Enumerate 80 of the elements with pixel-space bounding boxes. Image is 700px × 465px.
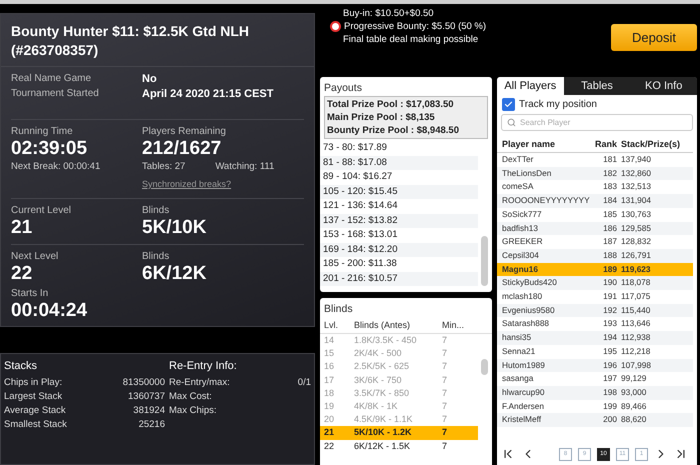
column-header: Stack/Prize(s) — [621, 139, 682, 149]
stat-label: Blinds — [142, 205, 170, 216]
prize-pool: Total Prize Pool : $17,083.50 — [327, 98, 455, 111]
starts-in: 00:04:24 — [11, 301, 88, 321]
blind-level-row: 21 5K/10K - 1.2K 7 — [320, 426, 478, 440]
stat-label: Players Remaining — [142, 126, 227, 137]
player-row[interactable]: hansi35 194 112,938 — [497, 331, 693, 345]
column-header: Rank — [594, 139, 618, 149]
next-level: 22 — [11, 264, 34, 284]
reentry-label: Max Cost: — [169, 390, 212, 404]
payout-row: 137 - 152: $13.82 — [320, 214, 478, 228]
synchronized-breaks-link[interactable]: Synchronized breaks? — [142, 179, 232, 189]
players-remaining: 212/1627 — [142, 139, 222, 159]
reentry-title: Re-Entry Info: — [169, 360, 238, 372]
payouts-title: Payouts — [323, 81, 363, 96]
search-field[interactable]: Search Player — [501, 114, 693, 131]
tables-count: Tables: 27 — [142, 161, 186, 172]
stack-value: 81350000 — [122, 376, 165, 390]
player-row[interactable]: badfish13 186 129,585 — [497, 222, 693, 236]
payout-row: 81 - 88: $17.08 — [320, 156, 478, 170]
info-line: Buy-in: $10.50+$0.50 — [343, 7, 434, 20]
player-row[interactable]: Evgenius9580 192 115,440 — [497, 304, 693, 318]
watching-count: Watching: 111 — [215, 161, 274, 172]
reentry-label: Re-Entry/max: — [169, 376, 230, 390]
info-label: Tournament Started — [11, 88, 100, 101]
stat-label: Next Level — [11, 251, 60, 262]
stack-value: 381924 — [133, 404, 165, 418]
check-icon — [504, 100, 513, 109]
column-header: Player name — [502, 139, 556, 149]
player-row[interactable]: TheLionsDen 182 132,860 — [497, 166, 693, 180]
stat-label: Current Level — [11, 205, 72, 216]
stack-label: Smallest Stack — [4, 418, 67, 432]
prize-pool: Bounty Prize Pool : $8,948.50 — [327, 124, 460, 137]
stacks-title: Stacks — [4, 360, 38, 372]
stat-label: Blinds — [142, 251, 170, 262]
scrollbar-thumb[interactable] — [481, 359, 488, 375]
stack-value: 25216 — [138, 418, 165, 432]
running-time: 02:39:05 — [11, 139, 88, 159]
next-break: Next Break: 00:00:41 — [11, 161, 100, 172]
search-icon — [507, 118, 516, 127]
scrollbar-thumb[interactable] — [481, 236, 488, 286]
player-row[interactable]: hlwarcup90 198 93,000 — [497, 386, 693, 400]
bounty-icon — [330, 21, 341, 32]
checkbox-label: Track my position — [519, 99, 597, 110]
player-row[interactable]: Cepsil304 188 126,791 — [497, 248, 693, 263]
blind-level-row: 20 4.5K/9K - 1.1K 7 — [320, 413, 478, 426]
payout-row: 105 - 120: $15.45 — [320, 184, 478, 199]
deposit-button[interactable]: Deposit — [611, 24, 697, 51]
stack-label: Chips in Play: — [4, 376, 62, 390]
column-header: Min... — [442, 320, 466, 330]
prize-pool: Main Prize Pool : $8,135 — [327, 111, 436, 124]
next-blinds: 6K/12K — [142, 264, 208, 284]
stack-label: Average Stack — [4, 404, 66, 418]
stack-value: 1360737 — [128, 390, 165, 404]
reentry-label: Max Chips: — [169, 404, 217, 418]
player-row[interactable]: Magnu16 189 119,623 — [497, 262, 693, 276]
tab[interactable]: All Players — [497, 77, 564, 95]
info-line: Progressive Bounty: $5.50 (50 %) — [344, 20, 486, 33]
payout-row: 169 - 184: $12.20 — [320, 242, 478, 257]
stack-label: Largest Stack — [4, 390, 62, 404]
reentry-value: 0/1 — [298, 376, 311, 390]
current-blinds: 5K/10K — [142, 218, 208, 238]
player-row[interactable]: ROOOONEYYYYYYYY 184 131,904 — [497, 194, 693, 208]
info-value: April 24 2020 21:15 CEST — [142, 88, 274, 101]
stat-label: Running Time — [11, 126, 74, 137]
player-row[interactable]: F.Andersen 199 89,466 — [497, 400, 693, 414]
stat-label: Starts In — [11, 288, 50, 299]
info-label: Real Name Game — [11, 73, 92, 86]
info-line: Final table deal making possible — [343, 33, 478, 46]
player-row[interactable]: Hutom1989 196 107,998 — [497, 358, 693, 372]
current-level: 21 — [11, 218, 34, 238]
column-header: Blinds (Antes) — [354, 320, 412, 330]
player-row[interactable]: StickyBuds420 190 118,078 — [497, 276, 693, 290]
checkbox[interactable] — [502, 98, 515, 111]
payout-row: 201 - 216: $10.57 — [320, 272, 478, 286]
player-row[interactable]: KristelMeff 200 88,620 — [497, 413, 693, 428]
blinds-title: Blinds — [323, 302, 354, 317]
info-value: No — [142, 73, 158, 86]
column-header: Lvl. — [324, 320, 340, 330]
tournament-title: Bounty Hunter $11: $12.5K Gtd NLH (#263708357) — [1, 14, 314, 67]
